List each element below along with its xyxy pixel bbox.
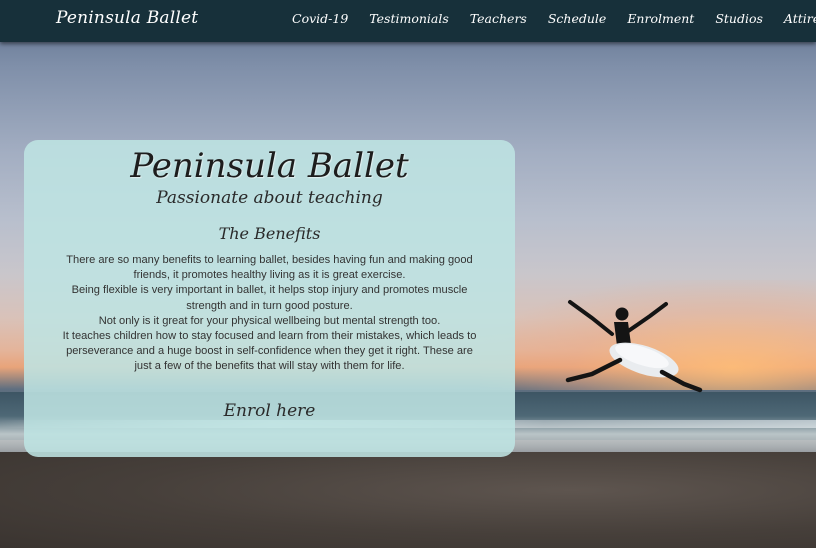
nav-link-covid-19[interactable]: Covid-19 [292, 11, 348, 26]
nav-link-testimonials[interactable]: Testimonials [369, 11, 449, 26]
benefits-paragraph: It teaches children how to stay focused … [62, 330, 477, 373]
navbar: Peninsula Ballet Covid-19 Testimonials T… [0, 0, 816, 42]
benefits-text: There are so many benefits to learning b… [58, 253, 481, 375]
enrol-here-link[interactable]: Enrol here [24, 401, 515, 421]
benefits-heading: The Benefits [218, 224, 321, 243]
ballet-dancer-image [565, 300, 703, 393]
nav-link-enrolment[interactable]: Enrolment [627, 11, 694, 26]
benefits-paragraph: Being flexible is very important in ball… [71, 284, 468, 312]
hero-title: Peninsula Ballet [130, 146, 409, 186]
hero-tagline: Passionate about teaching [156, 188, 383, 208]
nav-link-schedule[interactable]: Schedule [548, 11, 606, 26]
hero-card: Peninsula Ballet Passionate about teachi… [24, 140, 515, 457]
benefits-paragraph: There are so many benefits to learning b… [66, 254, 473, 282]
background-sand [0, 452, 816, 548]
page: Peninsula Ballet Covid-19 Testimonials T… [0, 0, 816, 548]
nav-link-attire[interactable]: Attire [784, 11, 816, 26]
nav-links: Covid-19 Testimonials Teachers Schedule … [292, 11, 816, 26]
nav-link-studios[interactable]: Studios [715, 11, 763, 26]
brand-logo-link[interactable]: Peninsula Ballet [56, 8, 198, 28]
nav-link-teachers[interactable]: Teachers [470, 11, 527, 26]
benefits-paragraph: Not only is it great for your physical w… [98, 314, 441, 327]
